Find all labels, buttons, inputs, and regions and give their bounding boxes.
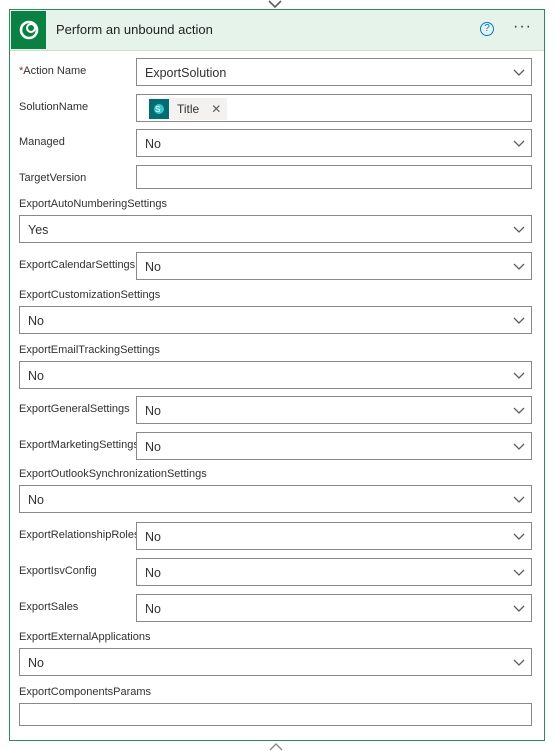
exportgeneralsettings-value: No bbox=[145, 404, 161, 418]
exportgeneralsettings-dropdown[interactable]: No bbox=[136, 396, 532, 424]
exportautonumberingsettings-dropdown[interactable]: Yes bbox=[19, 215, 532, 243]
managed-label-text: Managed bbox=[19, 136, 65, 148]
connector-bottom-icon bbox=[269, 743, 283, 751]
chevron-down-icon bbox=[513, 69, 525, 76]
chevron-down-icon bbox=[513, 443, 525, 450]
exportsales-label: ExportSales bbox=[19, 601, 78, 613]
managed-dropdown[interactable]: No bbox=[136, 129, 532, 157]
exportrelationshiproles-dropdown[interactable]: No bbox=[136, 522, 532, 550]
chevron-down-icon bbox=[513, 605, 525, 612]
exportisvconfig-label-text: ExportIsvConfig bbox=[19, 565, 97, 577]
exportgeneralsettings-label: ExportGeneralSettings bbox=[19, 403, 130, 415]
chevron-down-icon bbox=[513, 140, 525, 147]
exportmarketingsettings-value: No bbox=[145, 440, 161, 454]
exportmarketingsettings-label: ExportMarketingSettings bbox=[19, 439, 139, 451]
targetversion-label: TargetVersion bbox=[19, 172, 86, 184]
exportexternalapplications-label-text: ExportExternalApplications bbox=[19, 631, 151, 643]
targetversion-input[interactable] bbox=[136, 165, 532, 189]
dataverse-logo-icon bbox=[11, 11, 46, 49]
exportsales-value: No bbox=[145, 602, 161, 616]
card-header[interactable]: Perform an unbound action ? ··· bbox=[10, 10, 544, 51]
solutionname-token-field[interactable]: S Title ✕ bbox=[136, 94, 532, 122]
exportcustomizationsettings-label: ExportCustomizationSettings bbox=[19, 289, 160, 301]
exportsales-label-text: ExportSales bbox=[19, 601, 79, 613]
exportrelationshiproles-label: ExportRelationshipRoles bbox=[19, 529, 139, 541]
exportcalendarsettings-value: No bbox=[145, 260, 161, 274]
action-name-label-text: Action Name bbox=[23, 65, 87, 77]
exportexternalapplications-dropdown[interactable]: No bbox=[19, 648, 532, 676]
chevron-down-icon bbox=[513, 496, 525, 503]
action-name-dropdown[interactable]: ExportSolution bbox=[136, 58, 532, 86]
exportautonumberingsettings-label: ExportAutoNumberingSettings bbox=[19, 198, 167, 210]
exportemailtrackingsettings-value: No bbox=[28, 369, 44, 383]
targetversion-label-text: TargetVersion bbox=[19, 172, 87, 184]
managed-label: Managed bbox=[19, 136, 65, 148]
solutionname-label: SolutionName bbox=[19, 101, 88, 113]
token-label: Title bbox=[177, 102, 200, 116]
exportcustomizationsettings-dropdown[interactable]: No bbox=[19, 306, 532, 334]
managed-value: No bbox=[145, 137, 161, 151]
remove-token-icon[interactable]: ✕ bbox=[211, 102, 221, 116]
exportemailtrackingsettings-label-text: ExportEmailTrackingSettings bbox=[19, 344, 160, 356]
chevron-down-icon bbox=[513, 317, 525, 324]
connector-arrow-icon bbox=[268, 0, 282, 9]
chevron-down-icon bbox=[513, 533, 525, 540]
card-title: Perform an unbound action bbox=[56, 22, 213, 37]
exportemailtrackingsettings-label: ExportEmailTrackingSettings bbox=[19, 344, 160, 356]
exportexternalapplications-label: ExportExternalApplications bbox=[19, 631, 150, 643]
exportautonumberingsettings-label-text: ExportAutoNumberingSettings bbox=[19, 198, 167, 210]
sharepoint-icon: S bbox=[149, 99, 169, 119]
exportcalendarsettings-label: ExportCalendarSettings bbox=[19, 259, 135, 271]
chevron-down-icon bbox=[513, 569, 525, 576]
action-name-value: ExportSolution bbox=[145, 66, 227, 80]
exportoutlooksynchronizationsettings-value: No bbox=[28, 493, 44, 507]
chevron-down-icon bbox=[513, 263, 525, 270]
chevron-down-icon bbox=[513, 372, 525, 379]
more-options-icon[interactable]: ··· bbox=[513, 18, 532, 36]
chevron-down-icon bbox=[513, 226, 525, 233]
exportoutlooksynchronizationsettings-dropdown[interactable]: No bbox=[19, 485, 532, 513]
exportisvconfig-dropdown[interactable]: No bbox=[136, 558, 532, 586]
exportautonumberingsettings-value: Yes bbox=[28, 223, 49, 237]
chevron-down-icon bbox=[513, 659, 525, 666]
help-icon[interactable]: ? bbox=[480, 22, 494, 36]
exportrelationshiproles-label-text: ExportRelationshipRoles bbox=[19, 529, 140, 541]
exportcomponentsparams-label: ExportComponentsParams bbox=[19, 686, 151, 698]
exportmarketingsettings-dropdown[interactable]: No bbox=[136, 432, 532, 460]
action-name-label: *Action Name bbox=[19, 65, 86, 77]
svg-text:S: S bbox=[155, 105, 160, 114]
exportcustomizationsettings-label-text: ExportCustomizationSettings bbox=[19, 289, 161, 301]
exportcalendarsettings-dropdown[interactable]: No bbox=[136, 252, 532, 280]
exportcomponentsparams-label-text: ExportComponentsParams bbox=[19, 686, 152, 698]
exportoutlooksynchronizationsettings-label: ExportOutlookSynchronizationSettings bbox=[19, 468, 207, 480]
exportrelationshiproles-value: No bbox=[145, 530, 161, 544]
exportsales-dropdown[interactable]: No bbox=[136, 594, 532, 622]
exportcomponentsparams-input[interactable] bbox=[19, 703, 532, 726]
exportisvconfig-value: No bbox=[145, 566, 161, 580]
exportemailtrackingsettings-dropdown[interactable]: No bbox=[19, 361, 532, 389]
exportgeneralsettings-label-text: ExportGeneralSettings bbox=[19, 403, 130, 415]
exportmarketingsettings-label-text: ExportMarketingSettings bbox=[19, 439, 139, 451]
solutionname-label-text: SolutionName bbox=[19, 101, 89, 113]
exportoutlooksynchronizationsettings-label-text: ExportOutlookSynchronizationSettings bbox=[19, 468, 207, 480]
action-card: Perform an unbound action ? ··· *Action … bbox=[9, 9, 545, 741]
chevron-down-icon bbox=[513, 407, 525, 414]
exportexternalapplications-value: No bbox=[28, 656, 44, 670]
exportisvconfig-label: ExportIsvConfig bbox=[19, 565, 97, 577]
dynamic-content-token[interactable]: S Title ✕ bbox=[149, 98, 228, 120]
exportcustomizationsettings-value: No bbox=[28, 314, 44, 328]
exportcalendarsettings-label-text: ExportCalendarSettings bbox=[19, 259, 136, 271]
